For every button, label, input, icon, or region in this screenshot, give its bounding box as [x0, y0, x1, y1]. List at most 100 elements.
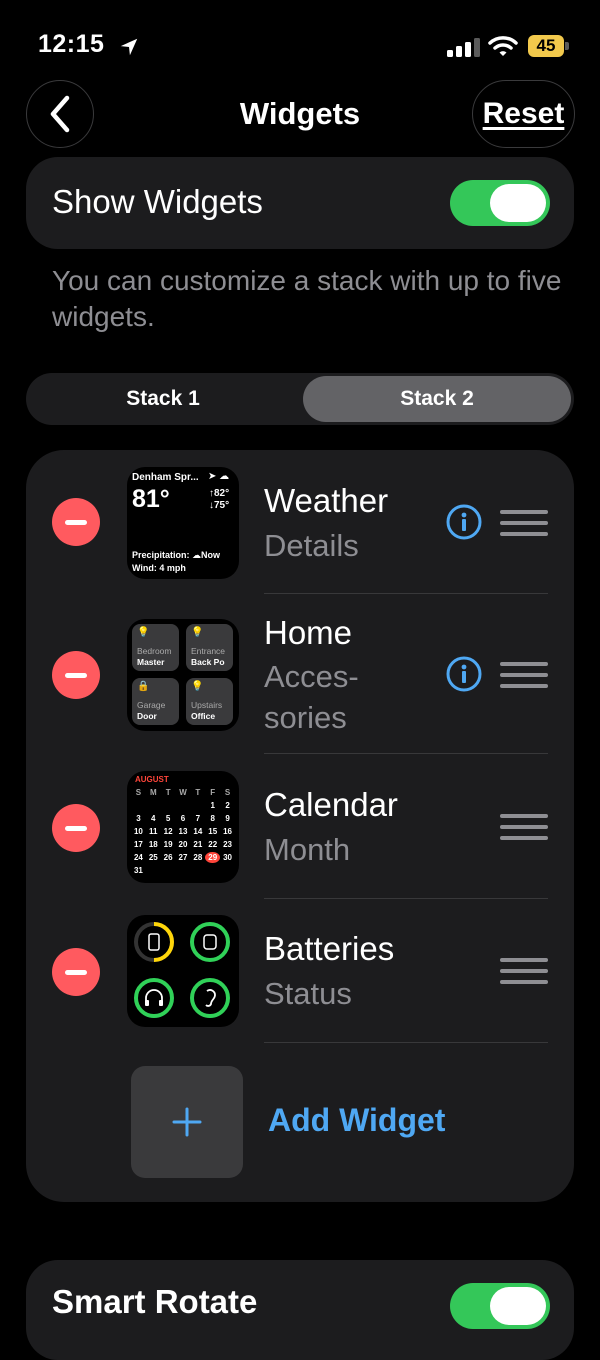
widget-title: Batteries	[264, 930, 395, 967]
weather-wind: Wind: 4 mph	[132, 563, 186, 573]
calendar-date: 6	[180, 814, 186, 823]
home-tile: 🔒 Garage Door	[132, 678, 179, 725]
calendar-date	[146, 800, 161, 811]
widget-row-weather: Denham Spr... ➤ ☁ 81° ↑82° ↓75° Precipit…	[26, 450, 574, 594]
wifi-icon	[488, 36, 518, 56]
calendar-date: 2	[225, 801, 230, 810]
calendar-date	[190, 800, 205, 811]
reset-button[interactable]: Reset	[472, 80, 575, 148]
calendar-date: 19	[163, 840, 173, 849]
segment-stack-1[interactable]: Stack 1	[26, 373, 300, 425]
calendar-date: 13	[178, 827, 188, 836]
calendar-date: 3	[136, 814, 141, 823]
calendar-weekday: F	[210, 788, 216, 797]
calendar-grid: S M T W T F S 1 2 3 4 5 6 7 8 9 10 11 12 13 14 15 16 17 18 19 20 21…	[131, 787, 235, 876]
add-widget-label[interactable]: Add Widget	[268, 1102, 445, 1139]
calendar-date: 10	[133, 827, 143, 836]
widget-subtitle: Acces- sories	[264, 659, 359, 735]
weather-high: ↑82°	[209, 488, 230, 499]
home-tile: 💡 Upstairs Office	[186, 678, 233, 725]
lightbulb-icon: 💡	[191, 681, 204, 692]
reorder-handle-icon[interactable]	[500, 510, 548, 538]
battery-level: 45	[528, 35, 564, 57]
weather-preview: Denham Spr... ➤ ☁ 81° ↑82° ↓75° Precipit…	[127, 467, 239, 579]
info-icon[interactable]	[446, 656, 482, 692]
calendar-date: 26	[163, 853, 173, 862]
calendar-date: 18	[148, 840, 158, 849]
batteries-preview	[127, 915, 239, 1027]
calendar-date: 16	[223, 827, 233, 836]
widget-subtitle: Month	[264, 832, 351, 867]
remove-home-button[interactable]	[52, 651, 100, 699]
calendar-date: 28	[193, 853, 203, 862]
calendar-date: 1	[210, 801, 215, 810]
weather-location: Denham Spr...	[132, 472, 199, 483]
earbud-battery-ring	[190, 978, 230, 1018]
calendar-date: 31	[133, 866, 143, 875]
calendar-weekday: S	[224, 788, 231, 797]
add-widget-button[interactable]	[131, 1066, 243, 1178]
calendar-date: 17	[133, 840, 143, 849]
reorder-handle-icon[interactable]	[500, 814, 548, 842]
calendar-date: 27	[178, 853, 188, 862]
calendar-date: 8	[210, 814, 215, 823]
headphones-battery-ring	[134, 978, 174, 1018]
calendar-date: 14	[193, 827, 203, 836]
widget-subtitle: Status	[264, 976, 352, 1011]
weather-condition-icon: ➤ ☁	[208, 471, 230, 482]
widget-stack-card: Denham Spr... ➤ ☁ 81° ↑82° ↓75° Precipit…	[26, 450, 574, 1202]
helper-text: You can customize a stack with up to fiv…	[52, 265, 562, 332]
location-arrow-icon	[120, 38, 138, 56]
home-tile: 💡 Entrance Back Po	[186, 624, 233, 671]
calendar-date: 15	[208, 827, 218, 836]
smart-rotate-label: Smart Rotate	[52, 1283, 258, 1320]
calendar-weekday: T	[165, 788, 171, 797]
cellular-signal-icon	[447, 38, 480, 57]
calendar-date: 25	[148, 853, 158, 862]
home-tile: 💡 Bedroom Master	[132, 624, 179, 671]
widget-title: Home	[264, 614, 353, 651]
widget-subtitle: Details	[264, 528, 359, 563]
calendar-weekday: S	[135, 788, 142, 797]
lock-icon: 🔒	[137, 681, 150, 692]
calendar-date	[131, 800, 146, 811]
calendar-date: 5	[165, 814, 171, 823]
remove-calendar-button[interactable]	[52, 804, 100, 852]
remove-weather-button[interactable]	[52, 498, 100, 546]
reorder-handle-icon[interactable]	[500, 958, 548, 986]
info-icon[interactable]	[446, 504, 482, 540]
reorder-handle-icon[interactable]	[500, 662, 548, 690]
calendar-date	[161, 800, 176, 811]
calendar-date: 11	[149, 827, 158, 836]
widget-row-batteries: Batteries Status	[26, 898, 574, 1043]
calendar-weekday: M	[149, 788, 157, 797]
segment-stack-2[interactable]: Stack 2	[303, 376, 571, 422]
stack-segmented-control: Stack 1 Stack 2	[26, 373, 574, 425]
calendar-date: 4	[151, 814, 156, 823]
weather-precip: Precipitation: ☁Now	[132, 550, 221, 560]
widget-title: Calendar	[264, 786, 398, 823]
calendar-date: 21	[193, 840, 203, 849]
widget-title: Weather	[264, 482, 389, 519]
home-preview: 💡 Bedroom Master 💡 Entrance Back Po 🔒 Ga…	[127, 619, 239, 731]
calendar-date: 22	[208, 840, 218, 849]
calendar-date: 29	[205, 852, 221, 863]
remove-batteries-button[interactable]	[52, 948, 100, 996]
smart-rotate-toggle[interactable]	[450, 1283, 550, 1329]
watch-battery-ring	[190, 922, 230, 962]
calendar-date: 30	[223, 853, 233, 862]
show-widgets-label: Show Widgets	[52, 183, 263, 220]
calendar-date	[176, 800, 191, 811]
lightbulb-icon: 💡	[137, 627, 150, 638]
calendar-date: 9	[225, 814, 230, 823]
show-widgets-toggle[interactable]	[450, 180, 550, 226]
calendar-date: 12	[163, 827, 173, 836]
phone-battery-ring	[134, 922, 174, 962]
calendar-preview: AUGUST S M T W T F S 1 2 3 4 5 6 7 8 9 10 11 12 13 14 15 16 17 1…	[127, 771, 239, 883]
widget-row-home: 💡 Bedroom Master 💡 Entrance Back Po 🔒 Ga…	[26, 594, 574, 754]
calendar-weekday: T	[195, 788, 201, 797]
calendar-month: AUGUST	[135, 775, 169, 784]
plus-icon	[172, 1107, 202, 1137]
calendar-date: 24	[133, 853, 143, 862]
battery-indicator: 45	[528, 35, 570, 59]
